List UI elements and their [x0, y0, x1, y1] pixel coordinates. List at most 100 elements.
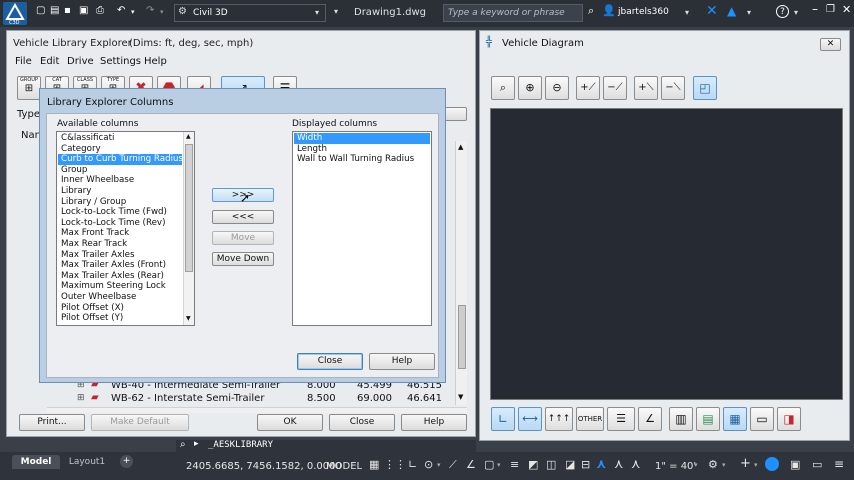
osnap-dropdown-icon[interactable]: ▾	[497, 461, 501, 469]
undo-icon[interactable]: ↶	[117, 5, 125, 16]
list-item[interactable]: C&lassificati	[58, 133, 182, 144]
remove-articulation-button[interactable]: −⟍	[661, 76, 685, 100]
expand-icon[interactable]: ⊞	[77, 393, 85, 403]
print-icon[interactable]: ⎙	[96, 5, 104, 16]
clean-screen-icon[interactable]: ▭	[812, 458, 822, 471]
snap-icon[interactable]: ⋮⋮	[384, 458, 406, 471]
remove-column-button[interactable]: <<<	[212, 210, 274, 224]
menu-edit[interactable]: Edit	[40, 56, 59, 67]
save-as-icon[interactable]: ▣	[79, 5, 88, 16]
dialog-help-button[interactable]: Help	[369, 353, 435, 370]
close-icon[interactable]: ✕	[842, 3, 851, 16]
list-item[interactable]: Category	[58, 144, 182, 155]
list-item[interactable]: Lock-to-Lock Time (Fwd)	[58, 207, 182, 218]
coordinates[interactable]: 2405.6685, 7456.1582, 0.0000	[186, 461, 342, 472]
add-layout-icon[interactable]: +	[120, 455, 133, 468]
search-input[interactable]: Type a keyword or phrase	[443, 4, 583, 22]
side-view-button[interactable]: ▭	[750, 407, 774, 431]
stay-connected-dropdown-icon[interactable]: ▾	[747, 8, 751, 17]
available-columns-list[interactable]: C&lassificati Category Curb to Curb Turnin…	[56, 131, 195, 326]
lineweight-icon[interactable]: ≡	[510, 458, 519, 471]
scroll-down-icon[interactable]: ▼	[458, 393, 463, 401]
customization-icon[interactable]: ≡	[834, 457, 844, 471]
type-side-button[interactable]	[443, 107, 467, 121]
menu-drive[interactable]: Drive	[67, 56, 94, 67]
grid-icon[interactable]: ▦	[369, 458, 379, 471]
3d-osnap-icon[interactable]: ◪	[565, 458, 575, 471]
list-item[interactable]: Library / Group	[58, 197, 182, 208]
list-item[interactable]: Width	[294, 133, 430, 144]
trailer-button[interactable]: ▤	[696, 407, 720, 431]
horizontal-scrollbar[interactable]	[47, 407, 467, 413]
list-item[interactable]: Max Trailer Axles (Rear)	[58, 271, 182, 282]
menu-file[interactable]: File	[15, 56, 32, 67]
annotation-visibility-icon[interactable]: ⋏	[596, 457, 607, 472]
qa-toolbar-dropdown-icon[interactable]: ▾	[334, 7, 338, 16]
exchange-x-icon[interactable]: ✕	[706, 3, 718, 19]
explorer-help-button[interactable]: Help	[401, 414, 467, 431]
model-space-toggle[interactable]: MODEL	[326, 461, 362, 472]
help-dropdown-icon[interactable]: ▾	[794, 8, 798, 17]
list-item[interactable]: Maximum Steering Lock	[58, 281, 182, 292]
chassis-button[interactable]: ▦	[723, 407, 747, 431]
list-item[interactable]: Pilot Offset (Y)	[58, 313, 182, 324]
table-row[interactable]: ⊞ ▰ WB-62 - Interstate Semi-Trailer 8.50…	[77, 392, 447, 406]
graphics-performance-icon[interactable]: ▣	[790, 458, 800, 471]
open-file-icon[interactable]: ▤	[50, 5, 59, 16]
isodraft-icon[interactable]: ⟋	[449, 458, 457, 472]
undo-dropdown-icon[interactable]: ▾	[131, 8, 135, 16]
diagram-close-button[interactable]: ✕	[820, 38, 841, 51]
polar-dropdown-icon[interactable]: ▾	[437, 461, 441, 469]
dialog-close-button[interactable]: Close	[297, 353, 363, 370]
list-item[interactable]: Wall to Wall Turning Radius	[294, 154, 430, 165]
new-file-icon[interactable]: ▢	[36, 5, 45, 16]
other-dims-button[interactable]: OTHER	[576, 407, 604, 431]
workspace-dropdown[interactable]: ⚙ Civil 3D ▾	[174, 4, 326, 22]
scroll-down-icon[interactable]: ▼	[186, 315, 191, 322]
zoom-out-button[interactable]: ⊖	[545, 76, 569, 100]
explorer-close-button[interactable]: Close	[329, 414, 395, 431]
zoom-extents-button[interactable]: ⌕	[491, 76, 515, 100]
list-item[interactable]: Max Rear Track	[58, 239, 182, 250]
scale-dropdown-icon[interactable]: ▾	[694, 461, 698, 469]
isolate-objects-icon[interactable]	[765, 457, 779, 471]
move-down-button[interactable]: Move Down	[212, 252, 274, 266]
make-default-button[interactable]: Make Default	[91, 414, 189, 431]
user-dropdown-icon[interactable]: ▾	[685, 8, 689, 17]
axle-spacing-button[interactable]: ↑↑↑	[545, 407, 573, 431]
scroll-up-icon[interactable]: ▲	[458, 143, 463, 151]
app-logo-icon[interactable]: C3D	[3, 2, 27, 26]
zoom-in-button[interactable]: ⊕	[518, 76, 542, 100]
help-icon[interactable]: ?	[776, 5, 789, 18]
polar-icon[interactable]: ⊙	[424, 458, 433, 471]
list-item[interactable]: Length	[294, 144, 430, 155]
object-snap-tracking-icon[interactable]: ∠	[466, 458, 476, 471]
list-item[interactable]: Max Front Track	[58, 228, 182, 239]
command-line[interactable]: ⌕ ▸ _AESKLIBRARY	[176, 439, 476, 452]
list-item[interactable]: Inner Wheelbase	[58, 175, 182, 186]
a360-icon[interactable]: ▲	[727, 4, 736, 18]
pin-icon[interactable]: ╬	[486, 37, 492, 48]
user-name[interactable]: jbartels360	[618, 7, 669, 17]
body-outline-button[interactable]: ▥	[669, 407, 693, 431]
list-item[interactable]: Curb to Curb Turning Radius	[58, 154, 183, 165]
list-item[interactable]: Max Trailer Axles (Front)	[58, 260, 182, 271]
menu-settings[interactable]: Settings	[100, 56, 141, 67]
user-icon[interactable]: 👤	[602, 4, 616, 17]
list-item[interactable]: Group	[58, 165, 182, 176]
diagram-canvas[interactable]	[490, 108, 843, 400]
redo-dropdown-icon[interactable]: ▾	[160, 8, 164, 16]
restore-icon[interactable]: ❐	[826, 4, 835, 15]
available-list-scrollbar[interactable]: ▲ ▼	[183, 132, 194, 325]
menu-help[interactable]: Help	[144, 56, 167, 67]
wheels-button[interactable]: ☰	[607, 407, 635, 431]
workspace-dropdown-icon[interactable]: ▾	[722, 461, 726, 469]
vehicle-list-scrollbar[interactable]: ▲ ▼	[455, 141, 467, 405]
list-item[interactable]: Lock-to-Lock Time (Rev)	[58, 218, 182, 229]
add-steering-button[interactable]: +⟋	[576, 76, 600, 100]
add-articulation-button[interactable]: +⟍	[634, 76, 658, 100]
dynamic-ucs-icon[interactable]: ⊟	[581, 458, 590, 471]
scroll-thumb[interactable]	[185, 144, 193, 272]
auto-scale-icon[interactable]: ⋏	[631, 457, 641, 472]
vehicle-profile-button[interactable]: ◨	[777, 407, 801, 431]
